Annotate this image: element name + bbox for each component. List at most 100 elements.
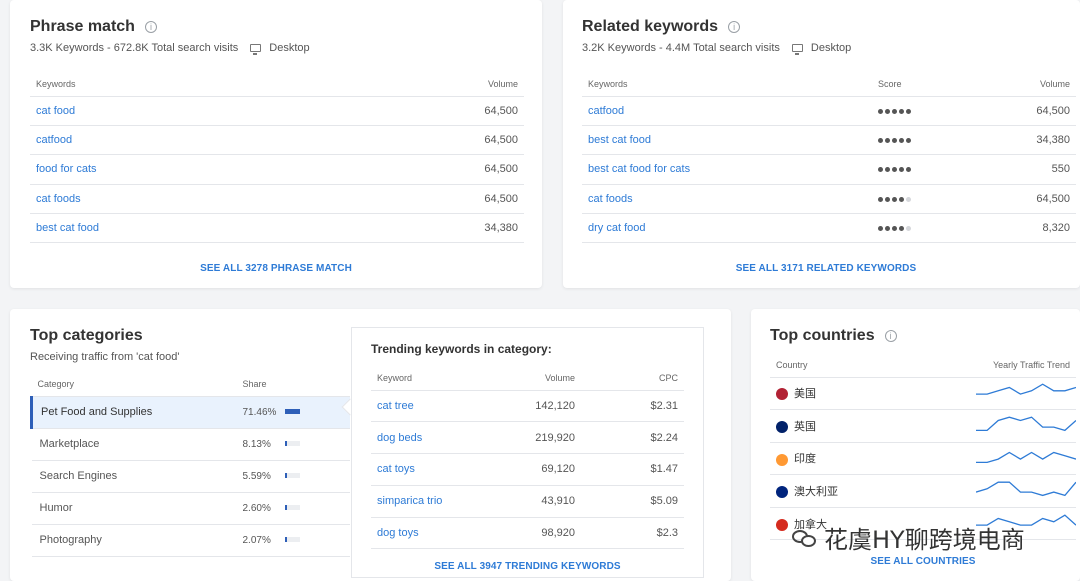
col-score[interactable]: Score: [872, 72, 976, 97]
score-dot: [885, 226, 890, 232]
score-dot: [885, 196, 890, 202]
watermark: 花虞HY聊跨境电商: [792, 520, 1025, 555]
table-row: catfood 64,500: [582, 96, 1076, 126]
category-name: Humor: [31, 492, 237, 525]
col-volume[interactable]: Volume: [337, 72, 524, 97]
score-dot: [878, 108, 883, 114]
score-dots: [872, 154, 976, 185]
top-categories-title: Top categories: [30, 327, 143, 344]
keyword-link[interactable]: cat foods: [30, 184, 338, 215]
col-category[interactable]: Category: [31, 372, 237, 397]
keyword-link[interactable]: simparica trio: [371, 485, 511, 518]
col-volume[interactable]: Volume: [975, 72, 1076, 97]
info-icon[interactable]: i: [144, 21, 157, 33]
trend-line: [976, 383, 1076, 396]
trend-cell: [900, 474, 1076, 508]
keyword-link[interactable]: catfood: [582, 96, 872, 126]
desktop-icon: [791, 44, 803, 55]
related-keywords-table: Keywords Score Volume catfood 64,500 best …: [582, 72, 1076, 244]
keyword-link[interactable]: cat tree: [371, 390, 511, 423]
score-dot: [885, 108, 890, 114]
info-icon[interactable]: i: [728, 21, 741, 33]
device-label: Desktop: [810, 42, 852, 54]
table-row: best cat food 34,380: [30, 213, 524, 244]
keyword-link[interactable]: dry cat food: [582, 213, 872, 244]
share-cell: 2.60%: [236, 492, 350, 525]
category-row[interactable]: Search Engines 5.59%: [31, 460, 350, 493]
category-row[interactable]: Pet Food and Supplies 71.46%: [30, 396, 350, 429]
country-name: 美国: [794, 388, 816, 401]
cpc-value: $2.31: [581, 390, 684, 423]
flag-icon: [776, 486, 788, 499]
volume-value: 550: [975, 154, 1076, 185]
score-dot: [892, 226, 897, 232]
see-all-trending-button[interactable]: SEE ALL 3947 TRENDING KEYWORDS: [371, 561, 684, 572]
keyword-link[interactable]: cat food: [30, 96, 338, 126]
col-keywords[interactable]: Keywords: [582, 72, 872, 97]
keyword-link[interactable]: best cat food: [30, 213, 338, 244]
cpc-value: $2.3: [581, 517, 684, 550]
watermark-text: 花虞HY聊跨境电商: [824, 526, 1025, 554]
keyword-link[interactable]: cat foods: [582, 184, 872, 215]
country-row[interactable]: 印度: [770, 442, 1076, 476]
keyword-link[interactable]: cat toys: [371, 453, 511, 486]
see-all-phrase-match-button[interactable]: SEE ALL 3278 PHRASE MATCH: [30, 263, 522, 274]
share-bar: [284, 441, 300, 447]
device-label: Desktop: [269, 42, 310, 54]
phrase-match-card: Phrase match i 3.3K Keywords - 672.8K To…: [10, 0, 542, 288]
score-dot: [899, 226, 904, 232]
col-trend[interactable]: Yearly Traffic Trend: [900, 353, 1076, 378]
trend-sparkline: [976, 383, 1076, 396]
keyword-link[interactable]: dog toys: [371, 517, 511, 550]
related-keywords-title-text: Related keywords: [582, 18, 719, 35]
country-row[interactable]: 澳大利亚: [770, 474, 1076, 508]
category-row[interactable]: Humor 2.60%: [31, 492, 350, 525]
category-name: Photography: [31, 524, 237, 557]
table-row: dog toys 98,920 $2.3: [371, 517, 684, 550]
score-dot: [885, 138, 890, 144]
col-cpc[interactable]: CPC: [581, 366, 684, 391]
country-row[interactable]: 美国: [770, 377, 1076, 411]
country-row[interactable]: 英国: [770, 409, 1076, 443]
see-all-countries-button[interactable]: SEE ALL COUNTRIES: [770, 556, 1076, 567]
trend-cell: [900, 442, 1076, 476]
info-icon[interactable]: i: [884, 330, 897, 342]
wechat-icon: [792, 528, 818, 548]
share-cell: 8.13%: [236, 428, 350, 461]
table-row: best cat food 34,380: [582, 125, 1076, 156]
score-dot: [899, 108, 904, 114]
category-row[interactable]: Marketplace 8.13%: [31, 428, 350, 461]
share-bar: [284, 409, 300, 415]
volume-value: 98,920: [511, 517, 581, 550]
country-name: 英国: [794, 420, 816, 433]
phrase-match-subtitle: 3.3K Keywords - 672.8K Total search visi…: [30, 42, 522, 55]
score-dot: [878, 226, 883, 232]
col-share[interactable]: Share: [236, 372, 350, 397]
see-all-related-keywords-button[interactable]: SEE ALL 3171 RELATED KEYWORDS: [582, 263, 1070, 274]
country-name: 澳大利亚: [794, 486, 838, 499]
cpc-value: $2.24: [581, 421, 684, 455]
keyword-link[interactable]: dog beds: [371, 421, 511, 455]
share-bar-fill: [284, 409, 300, 415]
volume-value: 64,500: [975, 96, 1076, 126]
keyword-link[interactable]: food for cats: [30, 154, 338, 185]
flag-icon: [776, 518, 788, 531]
category-name: Pet Food and Supplies: [30, 396, 237, 429]
score-dots: [872, 184, 976, 215]
category-row[interactable]: Photography 2.07%: [31, 524, 350, 557]
col-country[interactable]: Country: [770, 353, 901, 378]
col-volume[interactable]: Volume: [511, 366, 581, 391]
keyword-link[interactable]: best cat food: [582, 125, 872, 156]
keyword-link[interactable]: catfood: [30, 125, 338, 156]
phrase-match-stats: 3.3K Keywords - 672.8K Total search visi…: [30, 42, 239, 54]
share-bar-fill: [284, 537, 287, 543]
col-keyword[interactable]: Keyword: [371, 366, 511, 391]
score-dot: [899, 196, 904, 202]
col-keywords[interactable]: Keywords: [30, 72, 338, 97]
score-dot: [892, 167, 897, 173]
score-dot: [906, 108, 911, 114]
table-row: catfood 64,500: [30, 125, 524, 156]
keyword-link[interactable]: best cat food for cats: [582, 154, 872, 185]
table-row: dog beds 219,920 $2.24: [371, 421, 684, 455]
flag-icon: [776, 453, 788, 466]
